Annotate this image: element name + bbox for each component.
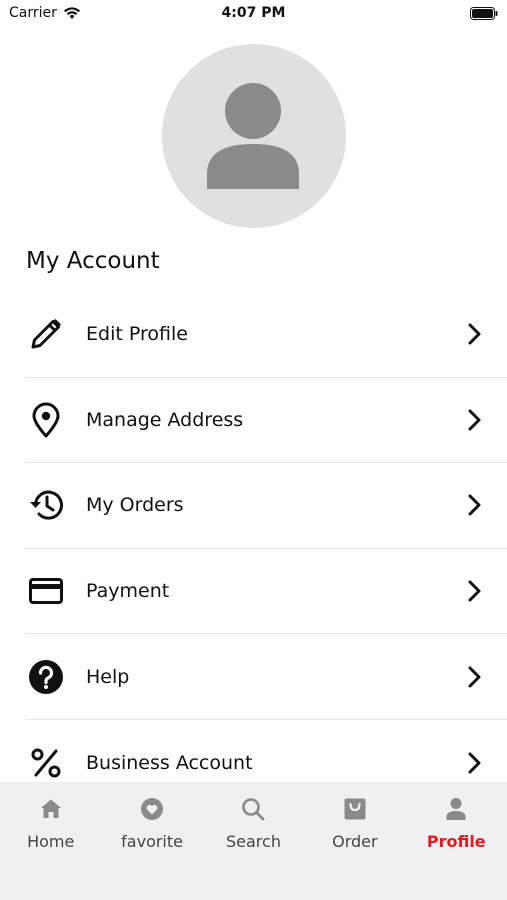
person-icon [446,798,466,820]
tab-bar: Home favorite Search Order Profile [0,782,507,900]
heart-icon [141,798,164,820]
menu-item-help[interactable]: Help [25,634,507,720]
search-icon [242,798,265,821]
menu-item-manage-address[interactable]: Manage Address [25,378,507,464]
avatar[interactable] [162,44,346,228]
section-title: My Account [26,248,160,274]
tab-profile[interactable]: Profile [406,782,507,862]
tab-favorite[interactable]: favorite [101,782,202,862]
tab-label: Search [225,832,281,851]
menu-item-label: Manage Address [86,408,244,431]
tab-label: Order [332,832,378,851]
menu-item-my-orders[interactable]: My Orders [25,463,507,549]
status-time: 4:07 PM [221,5,286,21]
location-pin-icon [25,399,67,441]
chevron-right-icon [465,665,485,689]
tab-label: Home [27,832,75,851]
tab-home[interactable]: Home [0,782,101,862]
percent-icon [25,742,67,782]
tab-order[interactable]: Order [304,782,405,862]
menu-item-label: Edit Profile [86,323,188,346]
chevron-right-icon [465,493,485,517]
chevron-right-icon [465,751,485,775]
avatar-placeholder-icon [207,83,299,189]
history-icon [25,484,67,526]
menu-item-label: Payment [86,580,170,603]
battery-icon [470,7,498,20]
menu-item-business-account[interactable]: Business Account [25,720,507,782]
chevron-right-icon [465,408,485,432]
shopping-bag-icon [344,798,366,820]
help-icon [25,656,67,698]
menu-item-label: My Orders [86,494,184,517]
tab-label: Profile [426,832,486,851]
tab-label: favorite [121,832,183,851]
chevron-right-icon [465,322,485,346]
menu-item-payment[interactable]: Payment [25,549,507,635]
menu-item-edit-profile[interactable]: Edit Profile [25,292,507,378]
pencil-icon [25,313,67,355]
tab-search[interactable]: Search [203,782,304,862]
menu-item-label: Help [86,665,130,688]
menu-item-label: Business Account [86,751,253,774]
home-icon [40,799,61,818]
status-bar: Carrier 4:07 PM [0,0,507,28]
chevron-right-icon [465,579,485,603]
credit-card-icon [25,570,67,612]
account-menu: Edit Profile Manage Address My Orders Pa… [25,292,507,782]
